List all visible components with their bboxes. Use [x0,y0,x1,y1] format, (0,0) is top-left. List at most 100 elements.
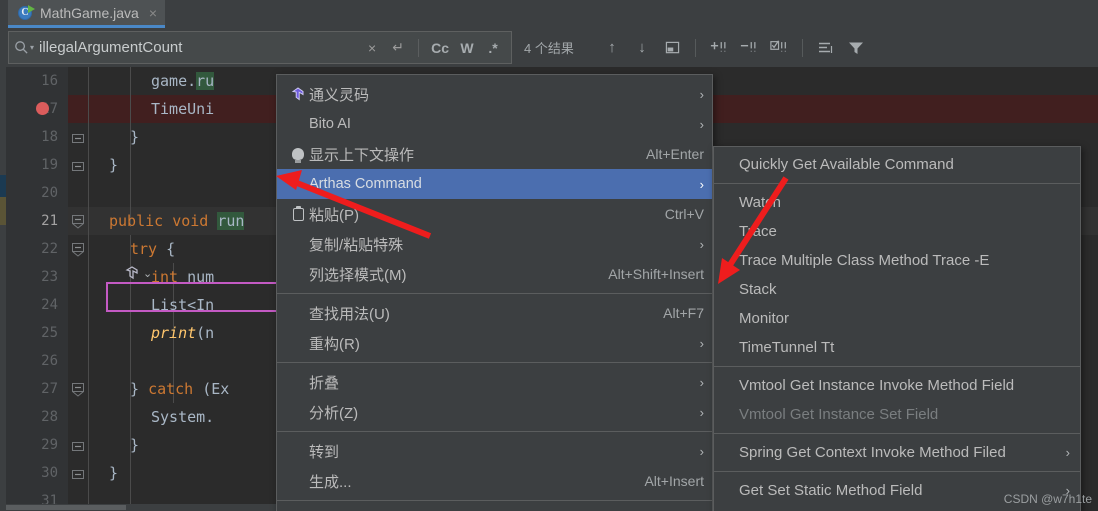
chevron-down-icon[interactable]: ▾ [30,43,34,52]
menu-item-label: Bito AI [309,116,351,132]
submenu-item-trace-multiple-class-method-trace-e[interactable]: Trace Multiple Class Method Trace -E [714,246,1080,275]
code-text[interactable]: print(n [151,319,214,347]
menu-item-bito-ai[interactable]: Bito AI › [277,109,712,139]
chevron-right-icon: › [1065,445,1070,460]
code-text[interactable]: TimeUni [151,95,214,123]
chevron-right-icon: › [699,404,704,420]
arthas-command-submenu[interactable]: Quickly Get Available Command Watch Trace T… [713,146,1081,511]
menu-item-z[interactable]: 分析(Z) › [277,397,712,427]
tongyi-lingma-icon[interactable]: ⌄ [124,265,152,281]
code-text[interactable]: game.ru [151,67,215,95]
submenu-item-watch[interactable]: Watch [714,188,1080,217]
match-case-toggle[interactable]: Cc [427,35,453,61]
menu-separator [714,183,1080,184]
menu-item-p[interactable]: 粘贴(P) Ctrl+V [277,199,712,229]
menu-item-shortcut: Alt+Enter [646,146,704,162]
newline-icon[interactable]: ↵ [386,35,410,61]
code-text[interactable]: } [109,459,118,487]
submenu-item-label: TimeTunnel Tt [739,339,835,356]
menu-item-arthas-command[interactable]: Arthas Command › [277,169,712,199]
chevron-right-icon: › [699,443,704,459]
code-text[interactable]: } catch (Ex [130,375,229,403]
menu-item-label: 通义灵码 [309,86,370,104]
select-all-occurrences-icon[interactable] [765,34,793,62]
menu-item-[interactable]: 通义灵码 › [277,79,712,109]
editor-tab-mathgame[interactable]: C MathGame.java × [8,0,166,28]
submenu-item-label: Trace Multiple Class Method Trace -E [739,252,990,269]
chevron-right-icon: › [699,236,704,252]
remove-selection-icon[interactable] [735,34,763,62]
submenu-item-stack[interactable]: Stack [714,275,1080,304]
fold-marker[interactable] [72,440,84,458]
code-text[interactable]: public void run [109,207,245,235]
submenu-item-timetunnel-tt[interactable]: TimeTunnel Tt [714,333,1080,362]
fold-marker[interactable] [72,215,84,236]
code-text[interactable]: System. [151,403,214,431]
previous-match-button[interactable]: ↑ [598,34,626,62]
highlight-annotation-box [106,282,288,312]
breakpoint-icon[interactable] [36,102,49,115]
chevron-down-icon[interactable]: ⌄ [143,267,152,280]
submenu-item-trace[interactable]: Trace [714,217,1080,246]
menu-item-label: 分析(Z) [309,404,359,422]
submenu-item-monitor[interactable]: Monitor [714,304,1080,333]
find-navigation-toolbar: ↑ ↓ [598,32,870,63]
close-icon[interactable]: × [145,5,157,21]
regex-toggle[interactable]: .* [481,35,505,61]
line-number: 23 [41,269,58,285]
menu-item-[interactable]: 生成... Alt+Insert [277,466,712,496]
next-match-button[interactable]: ↓ [628,34,656,62]
submenu-item-spring-get-context-invoke-method-filed[interactable]: Spring Get Context Invoke Method Filed › [714,438,1080,467]
chevron-right-icon: › [699,374,704,390]
menu-item-[interactable]: 显示上下文操作 Alt+Enter [277,139,712,169]
clipboard-icon [287,205,309,221]
menu-item-[interactable]: 转到 › [277,436,712,466]
line-number: 28 [41,409,58,425]
search-icon[interactable]: ▾ [9,32,39,63]
filter-icon[interactable] [842,34,870,62]
submenu-item-vmtool-get-instance-invoke-method-field[interactable]: Vmtool Get Instance Invoke Method Field [714,371,1080,400]
lightbulb-icon [287,148,309,163]
filter-lines-icon[interactable] [812,34,840,62]
chevron-right-icon: › [699,176,704,192]
line-number: 29 [41,437,58,453]
submenu-item-quickly-get-available-command[interactable]: Quickly Get Available Command [714,150,1080,179]
search-input[interactable] [39,39,361,56]
fold-marker[interactable] [72,383,84,404]
menu-item-[interactable]: 复制/粘贴特殊 › [277,229,712,259]
fold-marker[interactable] [72,468,84,486]
editor-context-menu[interactable]: 通义灵码 › Bito AI › 显示上下文操作 Alt+Enter Arthas Comm… [276,74,713,511]
menu-item-shortcut: Alt+Insert [644,473,704,489]
menu-item-shortcut: Ctrl+V [664,206,704,222]
menu-item-label: 查找用法(U) [309,305,390,323]
menu-item-[interactable]: 折叠 › [277,367,712,397]
menu-item-run-maven[interactable]: Run Maven› [277,505,712,511]
line-number: 21 [41,213,58,229]
code-text[interactable]: } [130,431,139,459]
fold-marker[interactable] [72,132,84,150]
clear-search-icon[interactable]: × [360,35,384,61]
add-selection-icon[interactable] [705,34,733,62]
line-number: 19 [41,157,58,173]
code-text[interactable]: } [130,123,139,151]
menu-item-label: 显示上下文操作 [309,146,415,164]
chevron-right-icon: › [699,86,704,102]
menu-item-r[interactable]: 重构(R) › [277,328,712,358]
open-in-find-window-icon[interactable] [658,34,686,62]
menu-item-u[interactable]: 查找用法(U) Alt+F7 [277,298,712,328]
menu-item-shortcut: Alt+F7 [663,305,704,321]
line-number: 27 [41,381,58,397]
horizontal-scrollbar[interactable] [6,504,276,511]
scrollbar-thumb[interactable] [6,505,126,510]
line-number: 16 [41,73,58,89]
java-class-runnable-icon: C [18,4,35,21]
menu-item-shortcut: Alt+Shift+Insert [608,266,704,282]
fold-marker[interactable] [72,243,84,264]
code-text[interactable]: } [109,151,118,179]
whole-words-toggle[interactable]: W [455,35,479,61]
menu-item-label: 粘贴(P) [309,206,359,224]
fold-marker[interactable] [72,160,84,178]
code-text[interactable]: try { [130,235,175,263]
menu-item-m[interactable]: 列选择模式(M) Alt+Shift+Insert [277,259,712,289]
find-field-container[interactable]: ▾ × ↵ Cc W .* [8,31,512,64]
